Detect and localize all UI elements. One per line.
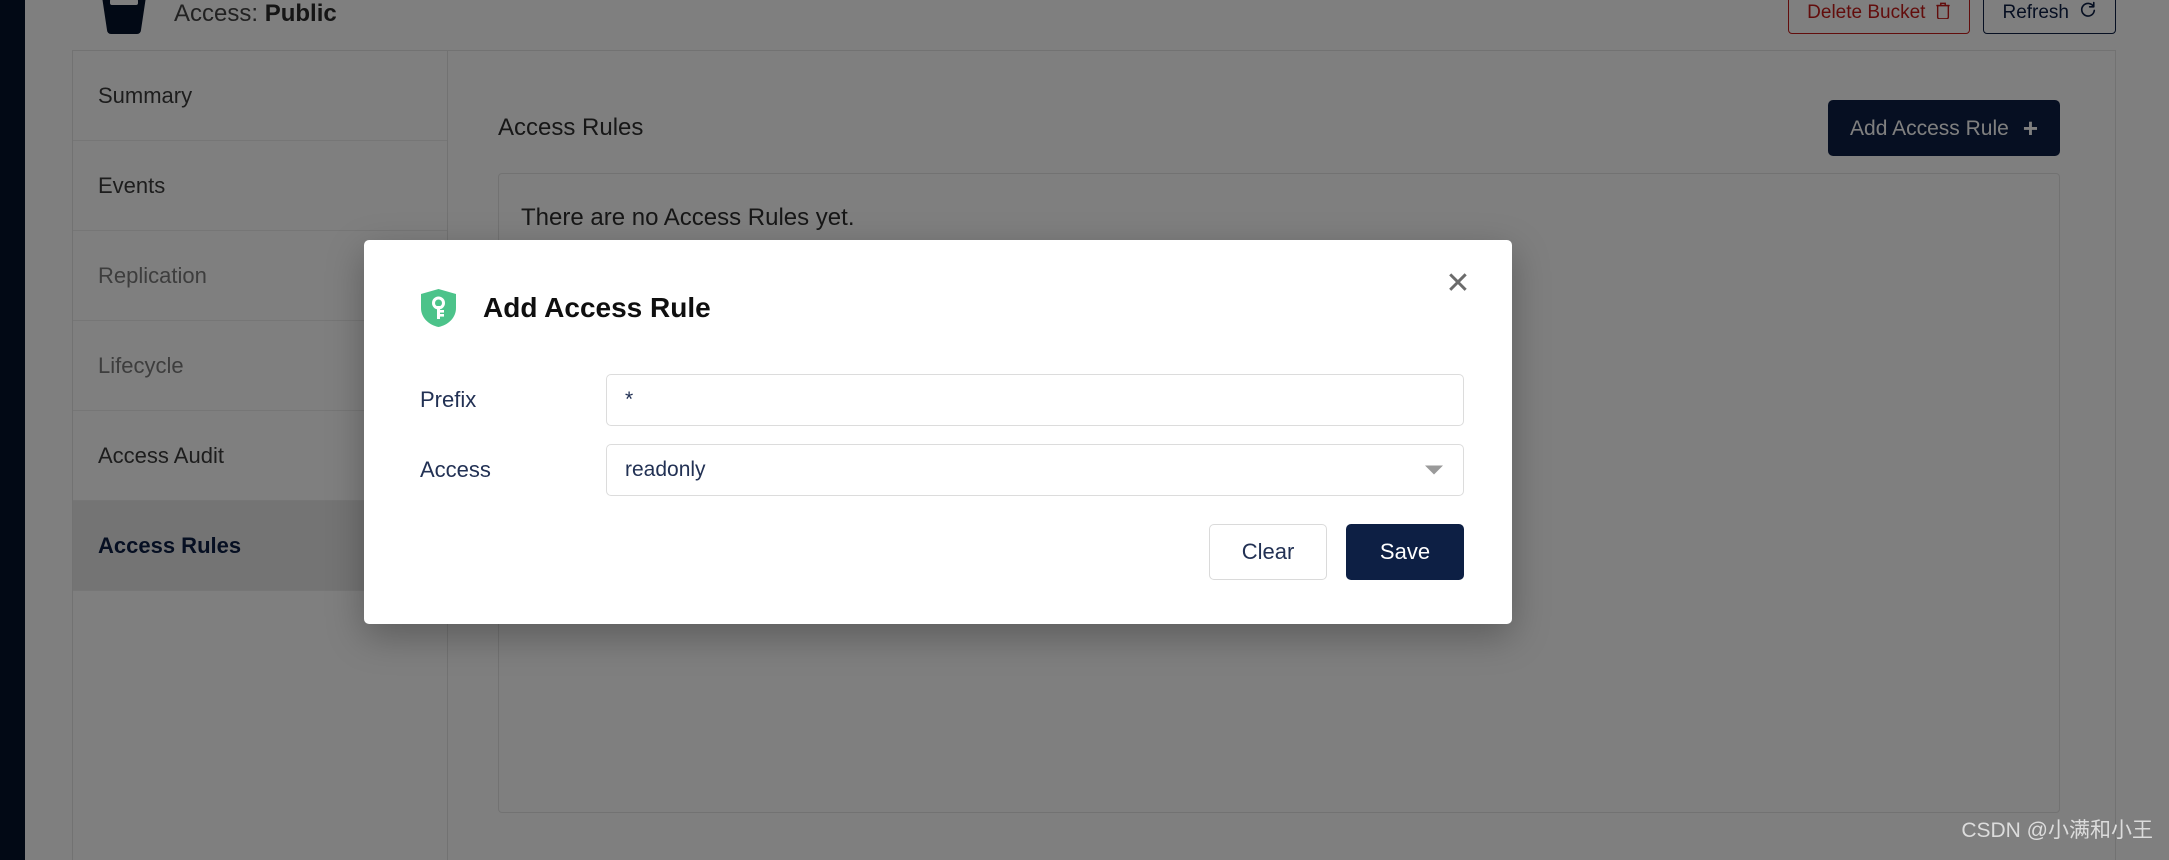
access-label: Access <box>420 457 491 482</box>
prefix-label: Prefix <box>420 387 477 412</box>
dialog-actions: Clear Save <box>420 524 1464 580</box>
dialog-header: Add Access Rule <box>420 288 1464 328</box>
access-select[interactable]: readonly <box>606 444 1464 496</box>
dialog-form: Prefix * Access readonly <box>420 374 1464 496</box>
add-access-rule-dialog: ✕ Add Access Rule Prefix * Access readon… <box>364 240 1512 624</box>
chevron-down-icon <box>1425 465 1443 475</box>
prefix-input-value: * <box>625 388 634 411</box>
clear-button[interactable]: Clear <box>1209 524 1327 580</box>
shield-key-icon <box>420 288 457 328</box>
prefix-input[interactable]: * <box>606 374 1464 426</box>
app-root: Access: Public Delete Bucket Refresh <box>0 0 2169 860</box>
dialog-title: Add Access Rule <box>483 292 711 323</box>
access-row: Access readonly <box>420 444 1464 496</box>
prefix-row: Prefix * <box>420 374 1464 426</box>
close-icon[interactable]: ✕ <box>1436 262 1480 306</box>
access-select-value: readonly <box>625 458 706 481</box>
save-button[interactable]: Save <box>1346 524 1464 580</box>
